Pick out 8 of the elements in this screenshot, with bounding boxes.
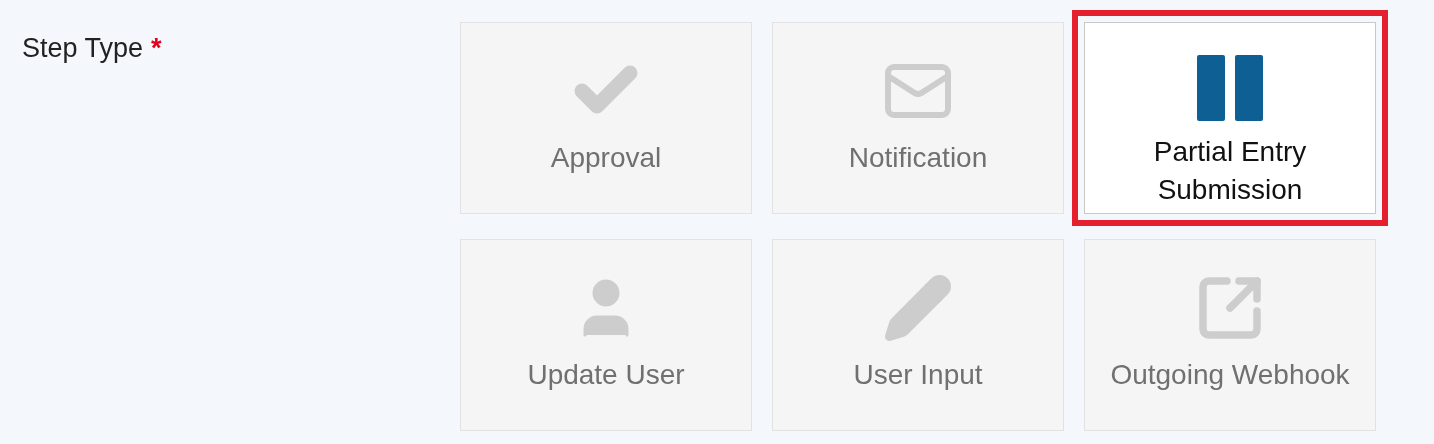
- field-label: Step Type: [22, 32, 144, 65]
- step-type-tile[interactable]: Outgoing Webhook: [1084, 238, 1376, 431]
- step-type-tile[interactable]: Notification: [772, 22, 1064, 214]
- step-type-tile[interactable]: Update User: [460, 238, 752, 431]
- pause-icon: [1197, 55, 1263, 121]
- required-mark: *: [151, 32, 162, 65]
- step-type-tile[interactable]: Approval: [460, 22, 752, 214]
- step-type-tile[interactable]: User Input: [772, 238, 1064, 431]
